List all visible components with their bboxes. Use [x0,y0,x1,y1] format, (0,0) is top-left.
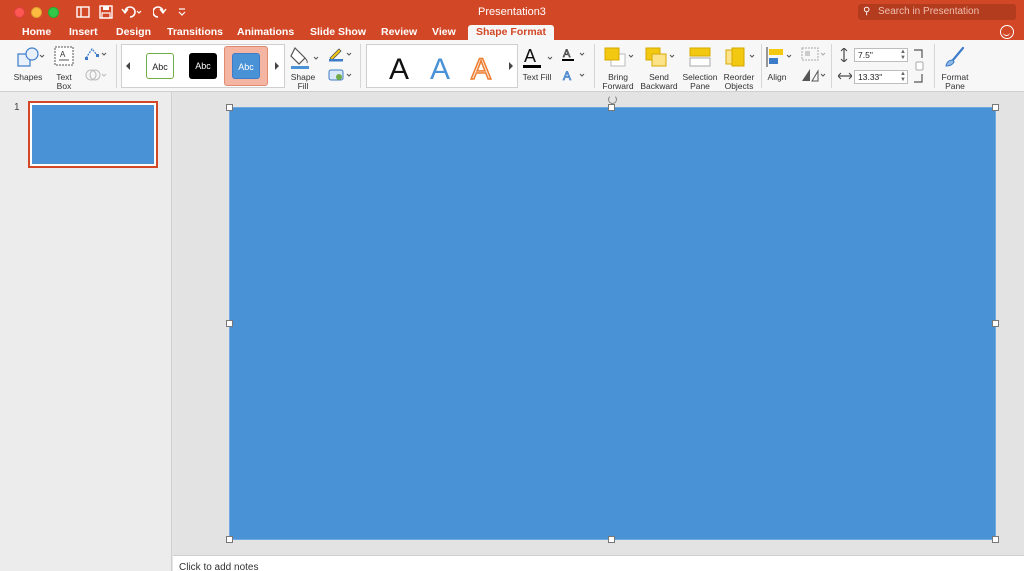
shape-width-field[interactable]: 13.33" ▲ ▼ [854,70,908,84]
resize-handle-top[interactable] [608,104,615,111]
send-backward-label-line2: Backward [640,81,678,91]
svg-text:A: A [563,48,571,60]
tab-insert[interactable]: Insert [69,24,98,40]
ribbon-tabs: Home Insert Design Transitions Animation… [0,24,1024,40]
close-window-button[interactable] [14,7,25,18]
wordart-style-blue[interactable]: A [430,55,450,85]
group-objects-icon[interactable] [800,46,828,62]
gallery-next-arrow-icon[interactable] [274,62,280,70]
format-pane-brush-icon [945,46,965,67]
selected-rectangle-shape[interactable] [229,107,996,540]
slide-thumbnails-pane: 1 [0,92,172,571]
undo-icon[interactable] [121,4,143,20]
minimize-window-button[interactable] [31,7,42,18]
tab-shape-format[interactable]: Shape Format [468,25,555,40]
rotation-handle-icon[interactable] [608,95,617,104]
resize-handle-bottom-right[interactable] [992,536,999,543]
send-backward-icon [645,47,675,67]
paint-bucket-icon [290,46,319,69]
wordart-next-arrow-icon[interactable] [508,62,514,70]
text-fill-icon: A [523,46,553,68]
selection-pane-icon [689,47,711,67]
resize-handle-top-right[interactable] [992,104,999,111]
notes-placeholder: Click to add notes [179,562,259,571]
gallery-prev-arrow-icon[interactable] [125,62,131,70]
resize-handle-right[interactable] [992,320,999,327]
feedback-smiley-icon[interactable] [1000,25,1014,39]
shape-height-stepper[interactable]: ▲ ▼ [900,49,906,61]
ribbon-separator [360,44,361,88]
format-pane-label-line2: Pane [945,81,965,91]
search-input[interactable]: ⚲ Search in Presentation [858,4,1016,20]
sidebar-toggle-icon[interactable] [76,4,90,20]
svg-text:A: A [563,69,571,83]
ribbon-separator [934,44,935,88]
tab-review[interactable]: Review [381,24,417,40]
reorder-objects-label-line2: Objects [724,81,754,91]
customize-toolbar-icon[interactable] [177,4,187,20]
ribbon-separator [831,44,832,88]
edit-shape-icon[interactable] [84,46,108,62]
tab-animations[interactable]: Animations [237,24,294,40]
resize-handle-bottom[interactable] [608,536,615,543]
tab-home[interactable]: Home [22,24,51,40]
wordart-style-black[interactable]: A [389,55,409,85]
svg-text:A: A [60,50,66,59]
text-outline-icon[interactable]: A [561,46,587,62]
title-bar: Presentation3 ⚲ Search in Presentation [0,0,1024,24]
ribbon: Shapes A Text Box Abc Abc Abc Shape Fill… [0,40,1024,92]
shapes-icon [17,47,45,67]
selection-pane-label-line2: Pane [690,81,710,91]
text-fill-label: Text Fill [522,72,552,82]
shape-width-stepper[interactable]: ▲ ▼ [900,71,906,83]
resize-handle-top-left[interactable] [226,104,233,111]
shape-height-icon [840,48,848,62]
resize-handle-left[interactable] [226,320,233,327]
maximize-window-button[interactable] [48,7,59,18]
shape-outline-icon[interactable] [327,46,353,62]
shapes-label: Shapes [13,72,43,82]
merge-shapes-icon[interactable] [84,67,108,83]
redo-icon[interactable] [153,4,167,20]
text-effects-icon[interactable]: A [561,67,587,83]
shape-styles-gallery: Abc Abc Abc [121,44,285,88]
slide-thumbnail-number: 1 [14,102,20,113]
tab-view[interactable]: View [432,24,456,40]
search-icon: ⚲ [863,6,871,17]
save-icon[interactable] [99,4,113,20]
shape-style-swatch-dark[interactable]: Abc [189,53,217,79]
wordart-style-orange-outline[interactable]: A [470,54,492,86]
ribbon-separator [594,44,595,88]
resize-handle-bottom-left[interactable] [226,536,233,543]
shape-height-field[interactable]: 7.5" ▲ ▼ [854,48,908,62]
rotate-icon[interactable] [800,67,828,83]
slide-thumbnail[interactable] [28,101,158,168]
text-box-label-line2: Box [56,81,72,91]
tab-slide-show[interactable]: Slide Show [310,24,366,40]
shape-width-icon [838,72,852,80]
shape-effects-icon[interactable] [327,67,353,83]
align-icon [766,47,792,67]
reorder-objects-icon [725,47,755,67]
text-box-icon: A [54,46,74,66]
tab-design[interactable]: Design [116,24,151,40]
lock-aspect-ratio-icon[interactable] [913,48,925,84]
slide-thumbnail-preview [32,105,154,164]
shape-fill-label-line2: Fill [297,81,309,91]
wordart-styles-gallery: A A A [366,44,518,88]
align-label: Align [767,72,787,82]
bring-forward-label-line2: Forward [602,81,634,91]
ribbon-separator [116,44,117,88]
bring-forward-icon [604,47,634,67]
shape-style-swatch-outline[interactable]: Abc [146,53,174,79]
notes-area[interactable]: Click to add notes [173,555,1024,571]
tab-transitions[interactable]: Transitions [167,24,223,40]
shape-width-value: 13.33" [858,72,883,82]
shape-style-swatch-blue[interactable]: Abc [232,53,260,79]
search-placeholder: Search in Presentation [878,6,980,17]
svg-text:A: A [524,46,536,66]
shape-height-value: 7.5" [858,50,873,60]
